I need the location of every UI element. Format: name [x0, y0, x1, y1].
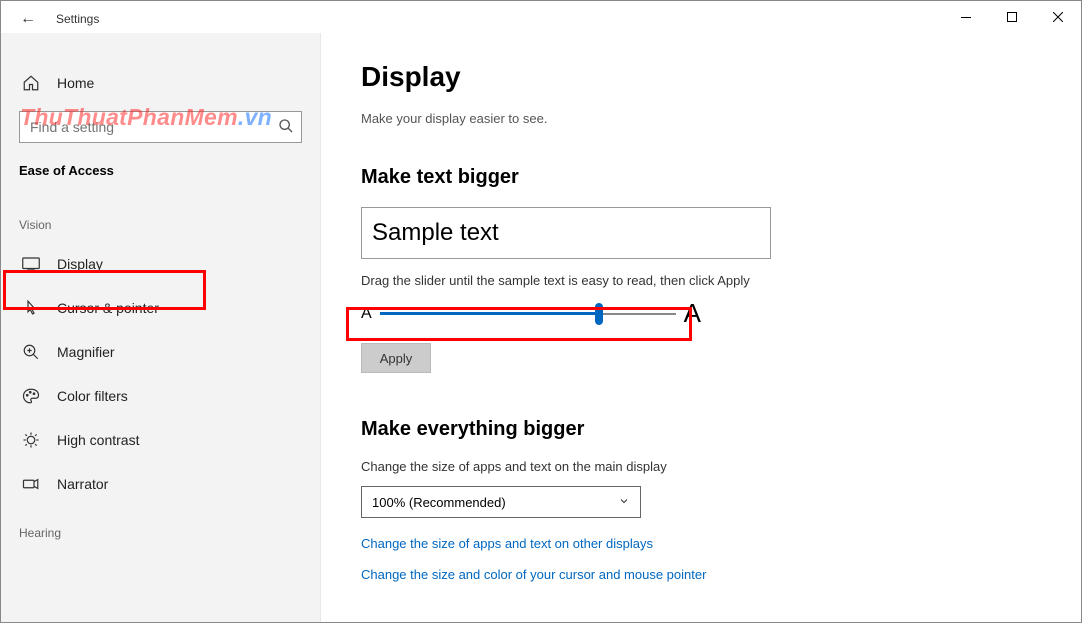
annotation-highlight-display [3, 270, 206, 310]
annotation-highlight-slider [346, 307, 692, 341]
search-input[interactable] [19, 111, 302, 143]
sidebar-item-narrator[interactable]: Narrator [1, 462, 320, 506]
link-other-displays[interactable]: Change the size of apps and text on othe… [361, 536, 1041, 551]
home-button[interactable]: Home [1, 63, 320, 103]
page-title: Display [361, 61, 1041, 93]
group-hearing-label: Hearing [1, 506, 320, 550]
section-make-text-bigger: Make text bigger [361, 166, 1041, 189]
close-button[interactable] [1035, 1, 1081, 33]
category-title: Ease of Access [1, 157, 320, 198]
sidebar-item-label: High contrast [57, 432, 139, 448]
group-vision-label: Vision [1, 198, 320, 242]
search-icon [278, 118, 294, 139]
page-subtitle: Make your display easier to see. [361, 111, 1041, 126]
home-icon [21, 73, 41, 93]
sidebar-item-magnifier[interactable]: Magnifier [1, 330, 320, 374]
narrator-icon [21, 474, 41, 494]
sidebar-item-label: Narrator [57, 476, 108, 492]
scale-dropdown[interactable]: 100% (Recommended) [361, 486, 641, 518]
sidebar-item-high-contrast[interactable]: High contrast [1, 418, 320, 462]
sidebar-item-label: Color filters [57, 388, 128, 404]
dropdown-value: 100% (Recommended) [372, 495, 506, 510]
contrast-icon [21, 430, 41, 450]
maximize-button[interactable] [989, 1, 1035, 33]
slider-hint: Drag the slider until the sample text is… [361, 273, 1041, 288]
sidebar-item-color-filters[interactable]: Color filters [1, 374, 320, 418]
titlebar: ← Settings [1, 1, 1081, 33]
magnifier-icon [21, 342, 41, 362]
sample-text-box: Sample text [361, 207, 771, 259]
back-button[interactable]: ← [20, 10, 36, 28]
section-make-everything-bigger: Make everything bigger [361, 418, 1041, 441]
sidebar-item-label: Magnifier [57, 344, 115, 360]
sample-text: Sample text [372, 219, 499, 247]
everything-desc: Change the size of apps and text on the … [361, 459, 1041, 474]
chevron-down-icon [618, 495, 630, 510]
minimize-button[interactable] [943, 1, 989, 33]
window-title: Settings [56, 12, 99, 26]
sidebar: Home Ease of Access Vision Display [1, 33, 321, 622]
apply-button[interactable]: Apply [361, 343, 431, 373]
palette-icon [21, 386, 41, 406]
link-cursor-pointer[interactable]: Change the size and color of your cursor… [361, 567, 1041, 582]
home-label: Home [57, 75, 94, 91]
